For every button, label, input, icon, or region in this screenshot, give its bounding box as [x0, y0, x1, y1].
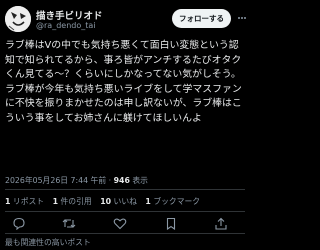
more-options-icon[interactable]: [237, 12, 247, 24]
bookmarks-count: 1: [145, 197, 151, 206]
like-icon[interactable]: [113, 217, 127, 230]
tweet-paragraph-1: ラブ棒はVの中でも気持ち悪くて面白い変態という認知で知られてるから、事ろ皆がアン…: [5, 40, 242, 81]
views-label: 表示: [132, 176, 148, 185]
retweets-stat[interactable]: 1 リポスト: [5, 197, 44, 206]
follow-button[interactable]: フォローする: [172, 9, 231, 28]
tweet-date[interactable]: 2026年05月26日 7:44 午前: [5, 176, 106, 185]
quotes-stat[interactable]: 1 件の引用: [53, 197, 92, 206]
quotes-count: 1: [52, 197, 59, 206]
avatar-image: [5, 6, 31, 32]
meta-separator: ·: [108, 176, 112, 185]
bookmark-icon[interactable]: [164, 217, 178, 230]
views-count: 946: [113, 176, 130, 185]
retweets-count: 1: [5, 197, 11, 206]
divider: [5, 189, 245, 190]
author-name[interactable]: 描き手ビリオド: [36, 8, 103, 22]
quotes-label: 件の引用: [60, 197, 92, 206]
engagement-stats: 1 リポスト 1 件の引用 10 いいね 1 ブックマーク: [5, 196, 206, 207]
avatar[interactable]: [5, 6, 31, 32]
tweet-text: ラブ棒はVの中でも気持ち悪くて面白い変態という認知で知られてるから、事ろ皆がアン…: [5, 39, 247, 127]
bookmarks-label: ブックマーク: [153, 197, 201, 206]
divider: [5, 233, 245, 234]
tweet-paragraph-2: ラブ棒が今年も気持ち悪いライブをして学マスファンに不快を振りまかせたのは申し訳な…: [5, 83, 242, 124]
likes-stat[interactable]: 10 いいね: [100, 197, 137, 206]
action-bar: [0, 214, 250, 232]
reply-icon[interactable]: [12, 217, 26, 230]
likes-count: 10: [100, 197, 112, 206]
bookmarks-stat[interactable]: 1 ブックマーク: [145, 197, 200, 206]
retweets-label: リポスト: [12, 197, 45, 206]
author-handle[interactable]: @ra_dendo_tai: [36, 21, 96, 30]
divider: [5, 211, 245, 212]
tweet-header: 描き手ビリオド @ra_dendo_tai フォローする: [0, 0, 250, 44]
related-posts-heading: 最も関連性の高いポスト: [5, 238, 91, 247]
share-icon[interactable]: [214, 217, 228, 230]
retweet-icon[interactable]: [62, 217, 76, 230]
likes-label: いいね: [113, 197, 137, 206]
tweet-meta: 2026年05月26日 7:44 午前 · 946 表示: [5, 175, 148, 186]
